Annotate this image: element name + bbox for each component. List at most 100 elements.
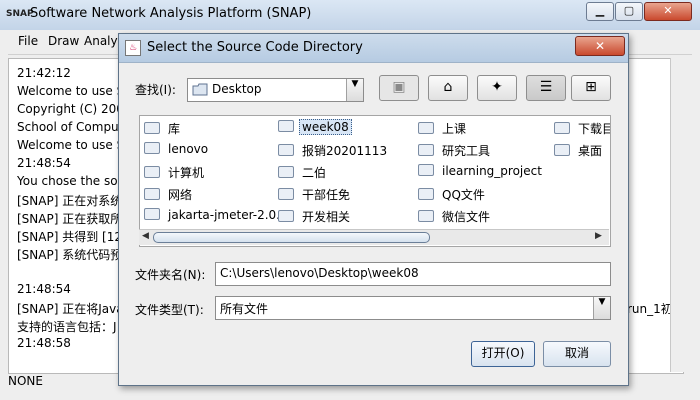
file-name: 下载目 — [578, 122, 611, 136]
console-line: 21:48:54 — [17, 156, 71, 170]
file-name: 报销20201113 — [302, 144, 388, 158]
file-list-item[interactable]: 研究工具 — [418, 141, 493, 159]
console-line: 21:48:54 — [17, 282, 71, 296]
file-list-item[interactable]: 开发相关 — [278, 207, 353, 225]
file-name: 计算机 — [168, 166, 205, 180]
file-list-item[interactable]: lenovo — [144, 141, 211, 159]
file-list-item[interactable]: ilearning_project — [418, 163, 545, 181]
console-line: Welcome to use S — [17, 84, 125, 98]
console-scrollbar[interactable] — [670, 58, 685, 372]
file-name: 桌面 — [578, 144, 603, 158]
folder-icon — [418, 164, 434, 176]
details-view-icon[interactable]: ⊞ — [571, 75, 611, 101]
scroll-left-icon[interactable]: ◀ — [142, 231, 149, 241]
minimize-button[interactable]: ▁ — [586, 2, 614, 21]
file-list-item[interactable]: 下载目 — [554, 119, 611, 137]
file-list-item[interactable]: jakarta-jmeter-2.0.1 — [144, 207, 291, 225]
home-icon[interactable]: ⌂ — [428, 75, 468, 101]
file-name: ilearning_project — [442, 164, 542, 178]
folder-icon — [418, 144, 434, 156]
file-name: lenovo — [168, 142, 209, 156]
file-type-select[interactable]: 所有文件 ▼ — [215, 296, 611, 320]
new-folder-icon[interactable]: ✦ — [477, 75, 517, 101]
folder-icon — [278, 166, 294, 178]
file-name: jakarta-jmeter-2.0.1 — [168, 208, 288, 222]
file-list-item[interactable]: 干部任免 — [278, 185, 353, 203]
folder-icon — [418, 122, 434, 134]
file-list-item[interactable]: 库 — [144, 119, 183, 137]
file-name: QQ文件 — [442, 188, 485, 202]
file-list-item[interactable]: 微信文件 — [418, 207, 493, 225]
list-view-icon[interactable]: ☰ — [526, 75, 566, 101]
scroll-right-icon[interactable]: ▶ — [595, 231, 602, 241]
menu-draw[interactable]: Draw — [48, 34, 79, 48]
file-name: 开发相关 — [302, 210, 351, 224]
console-line: [SNAP] 正在获取所 — [17, 212, 123, 226]
folder-icon — [144, 166, 160, 178]
folder-icon — [278, 210, 294, 222]
folder-icon — [278, 188, 294, 200]
dialog-close-button[interactable]: ✕ — [575, 36, 625, 56]
file-name: week08 — [299, 119, 352, 135]
file-name: 二伯 — [302, 166, 327, 180]
file-list-item[interactable]: 计算机 — [144, 163, 207, 181]
console-line: 支持的语言包括：J — [17, 320, 117, 334]
snap-logo: SNAP — [6, 9, 34, 19]
file-list-item[interactable]: QQ文件 — [418, 185, 488, 203]
folder-icon — [278, 144, 294, 156]
file-name: 上课 — [442, 122, 467, 136]
menu-analysis[interactable]: Analy — [84, 34, 118, 48]
status-text: NONE — [8, 374, 43, 388]
folder-icon — [278, 120, 294, 132]
console-line: You chose the sou — [17, 174, 126, 188]
file-list-item[interactable]: 网络 — [144, 185, 195, 203]
menu-file[interactable]: File — [18, 34, 38, 48]
folder-icon — [418, 210, 434, 222]
folder-icon — [144, 142, 160, 154]
file-list-item[interactable]: 上课 — [418, 119, 469, 137]
console-line: [SNAP] 正在将Java — [17, 302, 124, 316]
java-icon: ♨ — [125, 40, 141, 56]
look-in-combobox[interactable]: Desktop ▼ — [187, 78, 364, 102]
up-folder-icon[interactable]: ▣ — [379, 75, 419, 101]
folder-name-value: C:\Users\lenovo\Desktop\week08 — [220, 266, 419, 280]
file-name: 研究工具 — [442, 144, 491, 158]
folder-icon — [144, 208, 160, 220]
folder-icon — [144, 122, 160, 134]
file-name: 库 — [168, 122, 181, 136]
look-in-label: 查找(I): — [135, 83, 176, 97]
file-type-value: 所有文件 — [220, 302, 269, 316]
maximize-button[interactable]: ▢ — [615, 2, 643, 21]
cancel-button[interactable]: 取消 — [543, 341, 611, 367]
console-line: Welcome to use S — [17, 138, 125, 152]
file-list-item[interactable]: 二伯 — [278, 163, 329, 181]
file-list-scrollbar[interactable]: ◀ ▶ — [139, 229, 609, 245]
chevron-down-icon[interactable]: ▼ — [346, 79, 363, 101]
file-name: 网络 — [168, 188, 193, 202]
folder-name-label: 文件夹名(N): — [135, 268, 206, 282]
dialog-title: Select the Source Code Directory — [147, 40, 363, 55]
main-window-title: Software Network Analysis Platform (SNAP… — [30, 6, 312, 21]
scrollbar-thumb[interactable] — [153, 232, 430, 243]
file-list-item[interactable]: 报销20201113 — [278, 141, 390, 159]
main-title-bar: SNAP Software Network Analysis Platform … — [0, 0, 700, 30]
console-line: 21:42:12 — [17, 66, 71, 80]
select-directory-dialog: ♨ Select the Source Code Directory ✕ 查找(… — [118, 33, 629, 386]
open-button[interactable]: 打开(O) — [471, 341, 535, 367]
folder-icon — [554, 144, 570, 156]
chevron-down-icon[interactable]: ▼ — [593, 297, 610, 319]
folder-icon — [144, 188, 160, 200]
console-line: School of Comput — [17, 120, 124, 134]
file-list-item[interactable]: 桌面 — [554, 141, 605, 159]
console-line: [SNAP] 正在对系统 — [17, 194, 123, 208]
folder-icon — [192, 83, 208, 99]
look-in-value: Desktop — [212, 82, 262, 96]
dialog-title-bar: ♨ Select the Source Code Directory ✕ — [119, 34, 628, 63]
folder-name-input[interactable]: C:\Users\lenovo\Desktop\week08 — [215, 262, 611, 286]
console-line: 21:48:58 — [17, 336, 71, 350]
file-list[interactable]: 库 lenovo 计算机网络 jakarta-jmeter-2.0.1 week08 报销… — [139, 115, 611, 247]
folder-icon — [418, 188, 434, 200]
file-list-item[interactable]: week08 — [278, 119, 352, 137]
file-name: 微信文件 — [442, 210, 491, 224]
main-close-button[interactable]: ✕ — [644, 2, 692, 21]
